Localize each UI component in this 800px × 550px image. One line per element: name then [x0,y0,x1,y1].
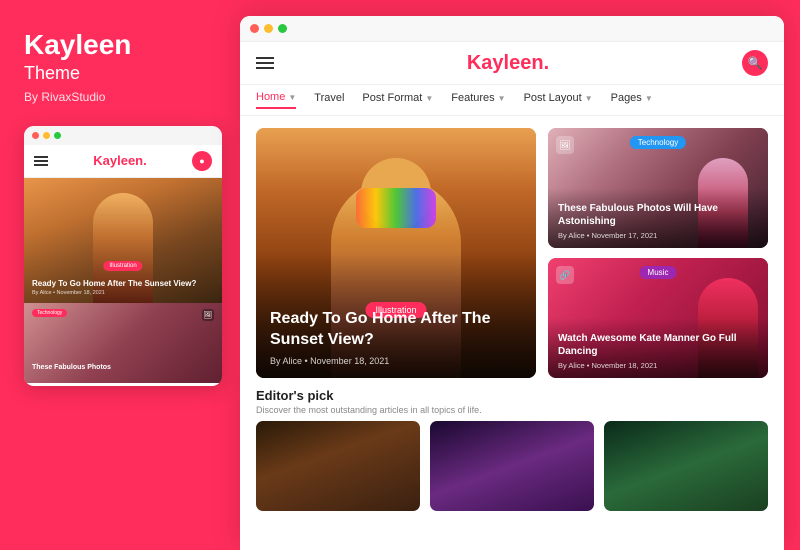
mini-nav: Kayleen. ● [24,145,222,178]
editors-pick-title: Editor's pick [256,388,768,403]
main-browser: Kayleen. 🔍 Home▼ Travel Post Format▼ Fea… [240,16,784,550]
card2-badge: Music [640,266,677,279]
search-button[interactable]: 🔍 [742,50,768,76]
nav-item-post-layout[interactable]: Post Layout▼ [524,92,593,108]
right-column-cards: 🖼 Technology These Fabulous Photos Will … [548,128,768,378]
mini-dot-yellow [43,132,50,139]
hero-article-meta: By Alice • November 18, 2021 [270,356,522,366]
pick-card-2[interactable] [430,421,594,511]
mini-hero-title: Ready To Go Home After The Sunset View? … [32,279,214,297]
mini-browser-bar [24,126,222,145]
brand-by: By RivaxStudio [24,90,131,104]
editors-pick-section: Editor's pick Discover the most outstand… [256,388,768,511]
pick-card-3[interactable] [604,421,768,511]
main-content-area: Illustration Ready To Go Home After The … [240,116,784,550]
nav-item-post-format[interactable]: Post Format▼ [362,92,433,108]
browser-dot-green [278,24,287,33]
card2-title: Watch Awesome Kate Manner Go Full Dancin… [558,332,758,358]
browser-dot-red [250,24,259,33]
browser-chrome-bar [240,16,784,42]
mini-card2-badge: Technology [32,309,67,317]
card2-info: Watch Awesome Kate Manner Go Full Dancin… [558,332,758,370]
side-card-music[interactable]: 🔗 Music Watch Awesome Kate Manner Go Ful… [548,258,768,378]
hero-article[interactable]: Illustration Ready To Go Home After The … [256,128,536,378]
hero-article-title: Ready To Go Home After The Sunset View? [270,309,522,351]
brand-subtitle: Theme [24,63,131,84]
card1-badge: Technology [630,136,686,149]
site-navigation: Home▼ Travel Post Format▼ Features▼ Post… [240,85,784,116]
photo-icon: 🖼 [556,136,574,154]
editors-pick-subtitle: Discover the most outstanding articles i… [256,405,768,415]
side-card-technology[interactable]: 🖼 Technology These Fabulous Photos Will … [548,128,768,248]
brand-section: Kayleen Theme By RivaxStudio [24,30,131,104]
mini-card2: 🖼 Technology These Fabulous Photos [24,303,222,383]
mini-search-button[interactable]: ● [192,151,212,171]
nav-item-travel[interactable]: Travel [314,92,344,108]
browser-dot-yellow [264,24,273,33]
hamburger-menu-button[interactable] [256,57,274,69]
card2-meta: By Alice • November 18, 2021 [558,361,758,370]
brand-title: Kayleen [24,30,131,61]
mini-hero-badge: Illustration [103,261,142,271]
nav-item-pages[interactable]: Pages▼ [611,92,653,108]
mini-card2-title: These Fabulous Photos [32,364,214,372]
link-icon: 🔗 [556,266,574,284]
nav-item-home[interactable]: Home▼ [256,91,296,109]
mini-hamburger-icon[interactable] [34,156,48,166]
mini-hero-meta: By Alice • November 18, 2021 [32,290,214,297]
mini-browser-mockup: Kayleen. ● Illustration Ready To Go Home… [24,126,222,386]
mini-dot-green [54,132,61,139]
mini-photo-icon: 🖼 [202,309,214,321]
pick-card-1[interactable] [256,421,420,511]
editors-pick-grid [256,421,768,511]
mini-logo: Kayleen. [93,153,147,168]
card1-title: These Fabulous Photos Will Have Astonish… [558,202,758,228]
hero-article-info: Ready To Go Home After The Sunset View? … [270,309,522,366]
card1-info: These Fabulous Photos Will Have Astonish… [558,202,758,240]
mini-hero-image: Illustration Ready To Go Home After The … [24,178,222,303]
left-panel: Kayleen Theme By RivaxStudio Kayleen. ● [0,0,240,550]
editors-pick-header: Editor's pick Discover the most outstand… [256,388,768,415]
mini-dot-red [32,132,39,139]
site-logo: Kayleen. [467,52,549,75]
card1-meta: By Alice • November 17, 2021 [558,231,758,240]
site-header: Kayleen. 🔍 [240,42,784,85]
nav-item-features[interactable]: Features▼ [451,92,505,108]
hero-grid: Illustration Ready To Go Home After The … [256,128,768,378]
